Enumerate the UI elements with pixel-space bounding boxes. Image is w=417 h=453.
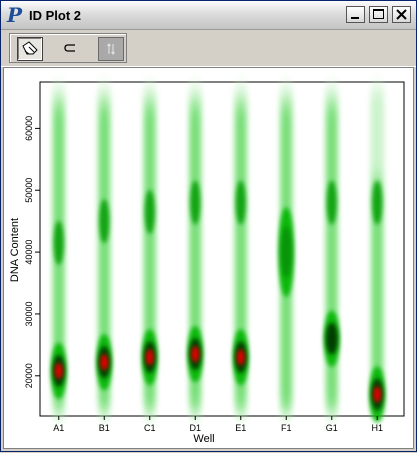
x-tick-label-F1: F1 bbox=[281, 423, 292, 433]
y-tick-label: 60000 bbox=[24, 116, 34, 141]
density-strip-C1 bbox=[141, 88, 158, 412]
density-chart[interactable]: 20000 30000 40000 50000 60000 A1 B1 C1 D1 E1 F1 G1… bbox=[4, 68, 413, 448]
density-strip-G1 bbox=[323, 88, 340, 412]
y-tick-label: 20000 bbox=[24, 363, 34, 388]
x-tick-label-H1: H1 bbox=[371, 423, 383, 433]
plot-area: 20000 30000 40000 50000 60000 A1 B1 C1 D1 E1 F1 G1… bbox=[3, 67, 414, 449]
y-tick-label: 30000 bbox=[24, 301, 34, 326]
x-tick-label-G1: G1 bbox=[326, 423, 338, 433]
window-title: ID Plot 2 bbox=[29, 8, 82, 23]
toolbar bbox=[1, 30, 416, 67]
minimize-button[interactable] bbox=[346, 6, 365, 23]
density-strip-H1 bbox=[369, 88, 386, 423]
title-bar[interactable]: P ID Plot 2 bbox=[1, 1, 416, 30]
gate-tool-button[interactable] bbox=[58, 37, 84, 61]
hand-pencil-icon bbox=[22, 41, 38, 55]
close-icon bbox=[396, 9, 407, 20]
arrows-tool-button[interactable] bbox=[98, 37, 124, 61]
x-tick-label-D1: D1 bbox=[189, 423, 201, 433]
density-strip-F1 bbox=[278, 88, 295, 412]
y-tick-label: 50000 bbox=[24, 178, 34, 203]
density-strip-E1 bbox=[232, 88, 249, 412]
vertical-arrows-icon bbox=[107, 43, 115, 55]
toolbar-group bbox=[9, 33, 127, 63]
maximize-button[interactable] bbox=[369, 6, 388, 23]
close-button[interactable] bbox=[392, 6, 411, 23]
x-tick-label-A1: A1 bbox=[53, 423, 64, 433]
y-axis-label: DNA Content bbox=[9, 218, 21, 282]
density-strip-D1 bbox=[187, 88, 204, 412]
plot-frame bbox=[39, 81, 405, 417]
x-axis-label: Well bbox=[193, 433, 214, 445]
subset-icon bbox=[64, 44, 75, 52]
plot-window: P ID Plot 2 20000 30000 40000 50000 6000… bbox=[0, 0, 417, 452]
y-tick-label: 40000 bbox=[24, 240, 34, 265]
minimize-icon bbox=[351, 17, 359, 19]
x-tick-label-B1: B1 bbox=[99, 423, 110, 433]
density-strip-A1 bbox=[50, 88, 67, 412]
x-tick-label-C1: C1 bbox=[144, 423, 156, 433]
x-tick-label-E1: E1 bbox=[235, 423, 246, 433]
density-strip-B1 bbox=[96, 88, 113, 412]
tag-tool-button[interactable] bbox=[17, 37, 43, 61]
app-logo-icon: P bbox=[7, 3, 23, 27]
maximize-icon bbox=[373, 9, 384, 19]
